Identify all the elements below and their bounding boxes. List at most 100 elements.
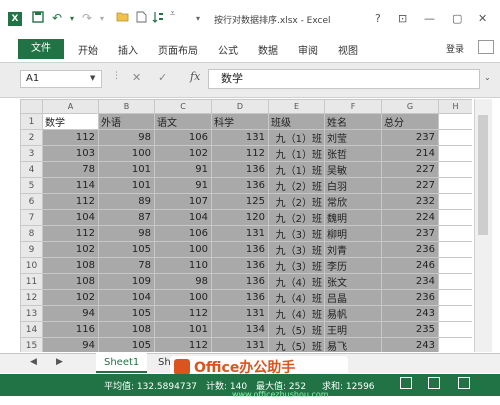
cell[interactable]: 九（1）班 bbox=[268, 129, 325, 146]
cell[interactable] bbox=[438, 241, 472, 258]
cell[interactable] bbox=[438, 193, 472, 210]
row-header[interactable]: 2 bbox=[20, 129, 43, 146]
cell[interactable]: 131 bbox=[211, 225, 269, 242]
cell[interactable]: 语文 bbox=[154, 113, 212, 130]
column-header[interactable]: H bbox=[438, 99, 472, 114]
row-header[interactable]: 10 bbox=[20, 257, 43, 274]
cell[interactable]: 九（3）班 bbox=[268, 241, 325, 258]
open-folder-icon[interactable] bbox=[116, 11, 129, 25]
cell[interactable]: 87 bbox=[98, 209, 155, 226]
cell[interactable]: 98 bbox=[98, 129, 155, 146]
cell[interactable]: 94 bbox=[42, 305, 99, 322]
cell[interactable]: 236 bbox=[381, 289, 439, 306]
cell[interactable]: 243 bbox=[381, 337, 439, 352]
cell[interactable]: 100 bbox=[154, 289, 212, 306]
name-box-dropdown-icon[interactable]: ▼ bbox=[90, 74, 95, 82]
redo-icon[interactable]: ↷ bbox=[82, 11, 92, 25]
cell[interactable]: 108 bbox=[42, 257, 99, 274]
cell[interactable]: 214 bbox=[381, 145, 439, 162]
column-header[interactable]: D bbox=[211, 99, 269, 114]
cell[interactable]: 246 bbox=[381, 257, 439, 274]
cell[interactable]: 237 bbox=[381, 129, 439, 146]
cell[interactable]: 九（3）班 bbox=[268, 257, 325, 274]
sheet-tab-sheet1[interactable]: Sheet1 bbox=[96, 353, 148, 373]
cell[interactable]: 235 bbox=[381, 321, 439, 338]
redo-dropdown-icon[interactable]: ▾ bbox=[100, 14, 104, 23]
cell[interactable]: 236 bbox=[381, 241, 439, 258]
cell[interactable]: 136 bbox=[211, 241, 269, 258]
cell[interactable]: 125 bbox=[211, 193, 269, 210]
tab-home[interactable]: 开始 bbox=[78, 42, 98, 57]
cancel-entry-icon[interactable]: ✕ bbox=[132, 71, 141, 84]
cell[interactable]: 易飞 bbox=[324, 337, 382, 352]
cell[interactable] bbox=[438, 273, 472, 290]
cell[interactable]: 131 bbox=[211, 129, 269, 146]
cell[interactable]: 104 bbox=[154, 209, 212, 226]
new-file-icon[interactable] bbox=[136, 11, 147, 26]
cell[interactable] bbox=[438, 129, 472, 146]
cell[interactable]: 89 bbox=[98, 193, 155, 210]
row-header[interactable]: 3 bbox=[20, 145, 43, 162]
page-layout-view-icon[interactable] bbox=[428, 377, 440, 389]
cell[interactable]: 98 bbox=[98, 225, 155, 242]
tab-review[interactable]: 审阅 bbox=[298, 42, 318, 57]
cell[interactable]: 102 bbox=[154, 145, 212, 162]
qa-more-icon[interactable]: ▾ bbox=[196, 14, 200, 23]
row-header[interactable]: 8 bbox=[20, 225, 43, 242]
cell[interactable]: 104 bbox=[98, 289, 155, 306]
row-header[interactable]: 14 bbox=[20, 321, 43, 338]
cell[interactable]: 易帆 bbox=[324, 305, 382, 322]
cell[interactable]: 张文 bbox=[324, 273, 382, 290]
cell[interactable]: 101 bbox=[98, 177, 155, 194]
cell[interactable]: 魏明 bbox=[324, 209, 382, 226]
cell[interactable] bbox=[438, 305, 472, 322]
cell[interactable]: 106 bbox=[154, 129, 212, 146]
cell[interactable]: 136 bbox=[211, 273, 269, 290]
cell[interactable]: 班级 bbox=[268, 113, 325, 130]
undo-icon[interactable]: ↶ bbox=[52, 11, 62, 25]
cell[interactable]: 九（2）班 bbox=[268, 209, 325, 226]
cell[interactable]: 243 bbox=[381, 305, 439, 322]
cell[interactable]: 九（3）班 bbox=[268, 225, 325, 242]
cell[interactable]: 105 bbox=[98, 337, 155, 352]
undo-dropdown-icon[interactable]: ▾ bbox=[70, 14, 74, 23]
cell[interactable]: 102 bbox=[42, 289, 99, 306]
cell[interactable]: 105 bbox=[98, 241, 155, 258]
cell[interactable] bbox=[438, 161, 472, 178]
cell[interactable]: 116 bbox=[42, 321, 99, 338]
cell[interactable] bbox=[438, 289, 472, 306]
tab-file[interactable]: 文件 bbox=[18, 39, 64, 59]
cell[interactable]: 91 bbox=[154, 177, 212, 194]
normal-view-icon[interactable] bbox=[400, 377, 412, 389]
cell[interactable]: 九（4）班 bbox=[268, 273, 325, 290]
cell[interactable]: 112 bbox=[154, 337, 212, 352]
cell-table[interactable]: A B C D E F G H 1 数学 外语 语文 科学 班级 姓名 总分 2 112 98 106 131 九（1）班… bbox=[20, 99, 472, 352]
insert-function-icon[interactable]: fx bbox=[190, 70, 200, 83]
cell[interactable]: 九（4）班 bbox=[268, 289, 325, 306]
cell[interactable]: 131 bbox=[211, 305, 269, 322]
cell[interactable]: 78 bbox=[98, 257, 155, 274]
cell[interactable]: 227 bbox=[381, 161, 439, 178]
row-header[interactable]: 4 bbox=[20, 161, 43, 178]
cell[interactable]: 数学 bbox=[42, 113, 99, 130]
cell[interactable]: 112 bbox=[211, 145, 269, 162]
cell[interactable] bbox=[438, 257, 472, 274]
sheet-nav-next-icon[interactable]: ▶ bbox=[56, 357, 63, 367]
cell[interactable]: 91 bbox=[154, 161, 212, 178]
login-link[interactable]: 登录 bbox=[446, 42, 464, 55]
row-header[interactable]: 7 bbox=[20, 209, 43, 226]
cell[interactable]: 103 bbox=[42, 145, 99, 162]
cell[interactable] bbox=[438, 225, 472, 242]
cell[interactable]: 101 bbox=[154, 321, 212, 338]
cell[interactable]: 94 bbox=[42, 337, 99, 352]
vertical-scroll-thumb[interactable] bbox=[478, 115, 488, 235]
cell[interactable]: 104 bbox=[42, 209, 99, 226]
sheet-nav-prev-icon[interactable]: ◀ bbox=[30, 357, 37, 367]
cell[interactable]: 常欣 bbox=[324, 193, 382, 210]
save-icon[interactable] bbox=[32, 11, 44, 26]
cell[interactable]: 107 bbox=[154, 193, 212, 210]
tab-data[interactable]: 数据 bbox=[258, 42, 278, 57]
cell[interactable]: 112 bbox=[42, 129, 99, 146]
help-button[interactable]: ? bbox=[375, 12, 381, 25]
cell[interactable]: 136 bbox=[211, 161, 269, 178]
